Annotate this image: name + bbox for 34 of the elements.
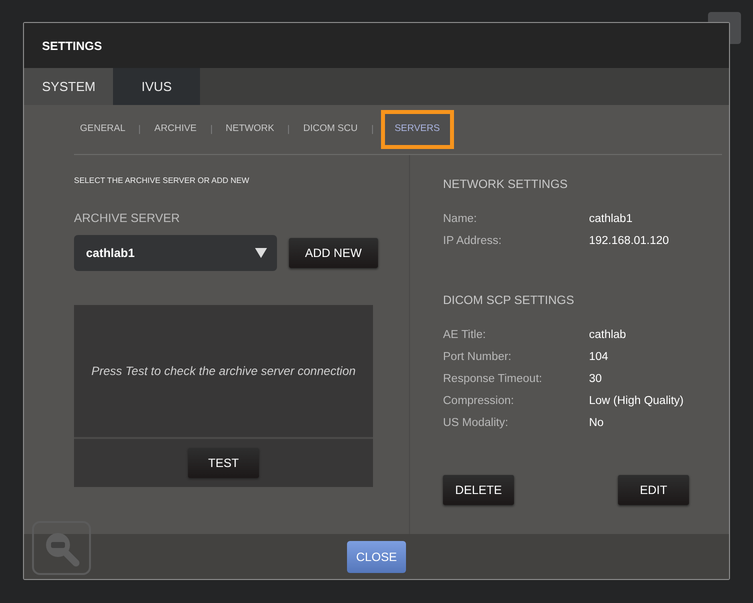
setting-label: IP Address:	[443, 234, 503, 250]
section-heading: NETWORK SETTINGS	[443, 176, 569, 193]
setting-label: Port Number:	[443, 350, 512, 366]
setting-label: Compression:	[443, 394, 515, 410]
setting-label: US Modality:	[443, 416, 510, 432]
subtab[interactable]: SERVERS	[380, 110, 454, 149]
subtab[interactable]: GENERAL	[74, 119, 132, 140]
field-label: ARCHIVE SERVER	[74, 210, 181, 227]
setting-label: Response Timeout:	[443, 372, 544, 388]
delete-button[interactable]: DELETE	[443, 475, 514, 505]
tab[interactable]: IVUS	[113, 68, 200, 105]
subtab[interactable]: ARCHIVE	[148, 119, 203, 140]
add-new-button[interactable]: ADD NEW	[289, 238, 378, 268]
dropdown-caret-icon	[255, 248, 267, 258]
instruction-text: SELECT THE ARCHIVE SERVER OR ADD NEW	[74, 175, 250, 187]
dialog-title: SETTINGS	[24, 23, 729, 68]
setting-value: No	[589, 416, 604, 432]
setting-value: Low (High Quality)	[589, 394, 684, 410]
setting-value: cathlab1	[589, 212, 632, 228]
status-message: Press Test to check the archive server connection	[91, 363, 356, 380]
setting-value: cathlab	[589, 328, 626, 344]
section-heading: DICOM SCP SETTINGS	[443, 292, 576, 309]
subtab[interactable]: NETWORK	[220, 119, 280, 140]
setting-label: Name:	[443, 212, 478, 228]
test-button[interactable]: TEST	[188, 448, 259, 478]
edit-button[interactable]: EDIT	[618, 475, 689, 505]
setting-value: 30	[589, 372, 602, 388]
setting-value: 192.168.01.120	[589, 234, 669, 250]
tab[interactable]: SYSTEM	[24, 68, 114, 105]
setting-value: 104	[589, 350, 608, 366]
server-dropdown[interactable]: cathlab1	[74, 235, 277, 271]
subtab[interactable]: DICOM SCU	[297, 119, 364, 140]
setting-label: AE Title:	[443, 328, 487, 344]
zoom-out-button[interactable]	[32, 521, 91, 575]
